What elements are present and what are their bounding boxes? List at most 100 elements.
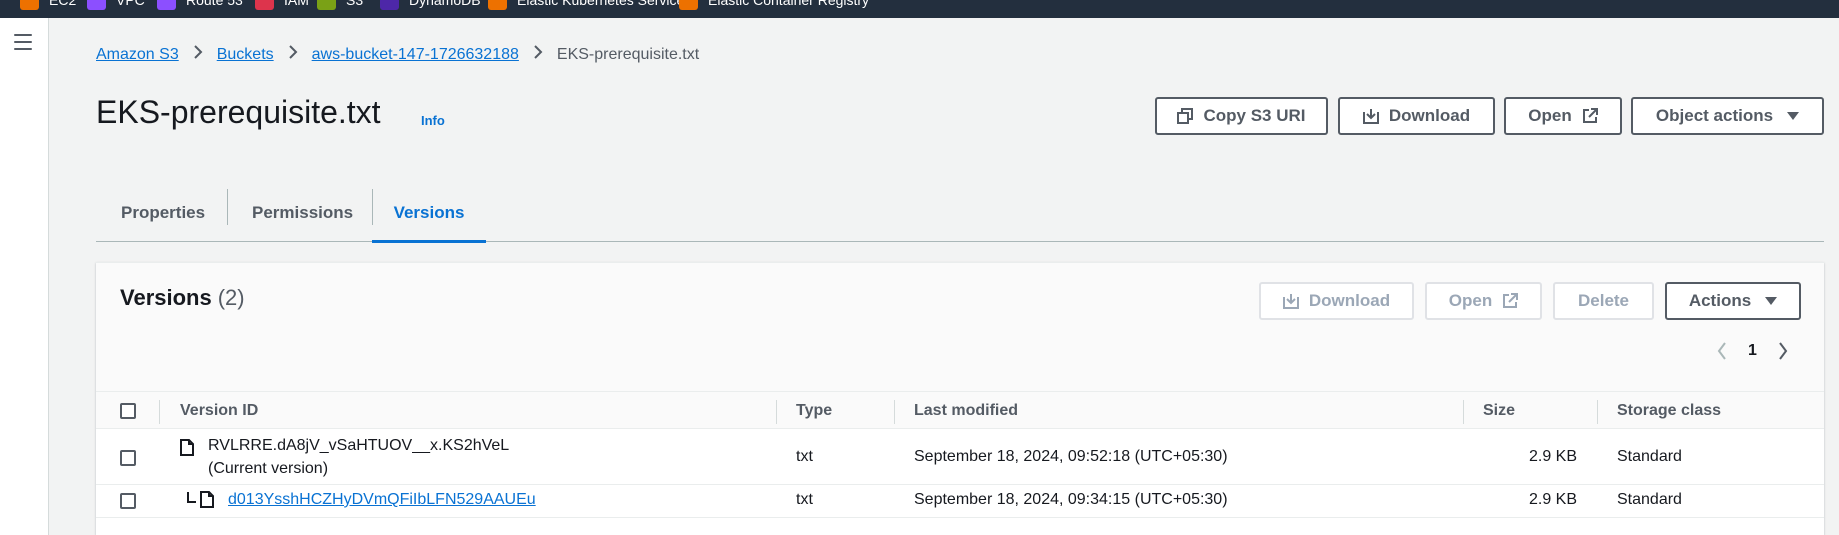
page-number[interactable]: 1 — [1748, 342, 1757, 360]
download-button[interactable]: Download — [1338, 97, 1495, 135]
column-header-size[interactable]: Size — [1483, 392, 1515, 430]
info-link[interactable]: Info — [421, 113, 445, 128]
tab-label: Properties — [121, 203, 206, 222]
open-label: Open — [1528, 106, 1572, 125]
pagination: 1 — [1712, 339, 1793, 363]
favorite-vpc[interactable]: VPC — [87, 0, 145, 10]
chevron-right-icon — [193, 45, 203, 64]
ecr-icon — [679, 0, 698, 10]
favorite-eks[interactable]: Elastic Kubernetes Service — [488, 0, 684, 10]
row-checkbox[interactable] — [120, 493, 136, 509]
size-cell: 2.9 KB — [1528, 491, 1577, 508]
s3-icon — [317, 0, 336, 10]
versions-heading: Versions (2) — [120, 285, 245, 311]
favorite-label: IAM — [284, 0, 309, 8]
iam-icon — [255, 0, 274, 10]
chevron-right-icon — [288, 45, 298, 64]
tab-list: Properties Permissions Versions — [96, 185, 1824, 243]
copy-s3-uri-label: Copy S3 URI — [1203, 106, 1306, 125]
favorite-label: Elastic Container Registry — [708, 0, 870, 8]
eks-icon — [488, 0, 507, 10]
tab-versions[interactable]: Versions — [372, 185, 486, 243]
versions-count: (2) — [217, 285, 245, 310]
version-id-link[interactable]: d013YsshHCZHyDVmQFiIbLFN529AAUEu — [228, 491, 536, 509]
side-navigation-rail — [0, 18, 49, 535]
column-header-type[interactable]: Type — [796, 392, 832, 430]
favorite-iam[interactable]: IAM — [255, 0, 309, 10]
object-actions-button[interactable]: Object actions — [1631, 97, 1824, 135]
size-cell: 2.9 KB — [1528, 448, 1577, 465]
versions-panel: Versions (2) Download Open Delete Actions… — [96, 262, 1824, 535]
copy-s3-uri-button[interactable]: Copy S3 URI — [1155, 97, 1328, 135]
tab-properties[interactable]: Properties — [121, 185, 205, 241]
download-icon — [1282, 293, 1299, 309]
breadcrumb-current: EKS-prerequisite.txt — [556, 45, 700, 63]
menu-icon[interactable] — [14, 34, 32, 50]
versions-open-label: Open — [1448, 291, 1493, 310]
breadcrumb-amazon-s3[interactable]: Amazon S3 — [96, 46, 179, 64]
object-actions-label: Object actions — [1655, 106, 1774, 125]
table-row: d013YsshHCZHyDVmQFiIbLFN529AAUEu txt Sep… — [96, 485, 1824, 518]
favorite-label: Route 53 — [186, 0, 243, 8]
page-title: EKS-prerequisite.txt — [96, 94, 381, 130]
versions-download-label: Download — [1308, 291, 1391, 310]
vpc-icon — [87, 0, 106, 10]
next-page-icon[interactable] — [1773, 339, 1793, 363]
open-button[interactable]: Open — [1504, 97, 1622, 135]
favorite-label: VPC — [116, 0, 145, 8]
last-modified-cell: September 18, 2024, 09:52:18 (UTC+05:30) — [914, 448, 1228, 465]
favorite-ec2[interactable]: EC2 — [20, 0, 77, 10]
file-icon — [200, 491, 214, 513]
column-divider — [1597, 400, 1598, 424]
version-tree-icon — [186, 491, 196, 509]
versions-delete-button[interactable]: Delete — [1553, 282, 1654, 320]
favorite-label: EC2 — [49, 0, 77, 8]
external-link-icon — [1502, 293, 1519, 309]
tab-divider — [227, 189, 228, 225]
table-header: Version ID Type Last modified Size Stora… — [96, 391, 1824, 429]
tab-permissions[interactable]: Permissions — [252, 185, 353, 241]
select-all-checkbox[interactable] — [120, 403, 136, 419]
download-icon — [1362, 108, 1379, 124]
copy-icon — [1177, 108, 1194, 124]
breadcrumb-bucket[interactable]: aws-bucket-147-1726632188 — [312, 46, 519, 64]
favorite-label: DynamoDB — [409, 0, 481, 8]
caret-down-icon — [1787, 112, 1800, 120]
versions-actions-button[interactable]: Actions — [1665, 282, 1801, 320]
favorite-label: S3 — [346, 0, 364, 8]
type-cell: txt — [796, 491, 813, 508]
row-checkbox[interactable] — [120, 450, 136, 466]
dynamodb-icon — [380, 0, 399, 10]
column-header-last-modified[interactable]: Last modified — [914, 392, 1018, 430]
previous-page-icon[interactable] — [1712, 339, 1732, 363]
column-divider — [894, 400, 895, 424]
chevron-right-icon — [533, 45, 543, 64]
column-header-version-id[interactable]: Version ID — [180, 392, 258, 430]
column-divider — [1463, 400, 1464, 424]
versions-open-button[interactable]: Open — [1425, 282, 1542, 320]
current-version-note: (Current version) — [208, 460, 329, 477]
version-id: RVLRRE.dA8jV_vSaHTUOV__x.KS2hVeL — [208, 437, 510, 454]
column-divider — [159, 400, 160, 424]
favorite-ecr[interactable]: Elastic Container Registry — [679, 0, 870, 10]
tab-label: Permissions — [252, 203, 354, 222]
type-cell: txt — [796, 448, 813, 465]
versions-panel-header: Versions (2) Download Open Delete Actions… — [96, 263, 1824, 391]
column-divider — [776, 400, 777, 424]
last-modified-cell: September 18, 2024, 09:34:15 (UTC+05:30) — [914, 491, 1228, 508]
breadcrumb-buckets[interactable]: Buckets — [217, 46, 274, 64]
file-icon — [180, 439, 194, 461]
favorite-dynamodb[interactable]: DynamoDB — [380, 0, 481, 10]
caret-down-icon — [1765, 297, 1778, 305]
favorite-s3[interactable]: S3 — [317, 0, 364, 10]
breadcrumb: Amazon S3 Buckets aws-bucket-147-1726632… — [96, 45, 699, 64]
versions-download-button[interactable]: Download — [1259, 282, 1414, 320]
versions-title: Versions — [120, 285, 212, 310]
ec2-icon — [20, 0, 39, 10]
storage-class-cell: Standard — [1617, 491, 1682, 508]
route53-icon — [157, 0, 176, 10]
favorite-route53[interactable]: Route 53 — [157, 0, 243, 10]
tab-label: Versions — [393, 203, 465, 222]
column-header-storage-class[interactable]: Storage class — [1617, 392, 1721, 430]
download-label: Download — [1388, 106, 1471, 125]
